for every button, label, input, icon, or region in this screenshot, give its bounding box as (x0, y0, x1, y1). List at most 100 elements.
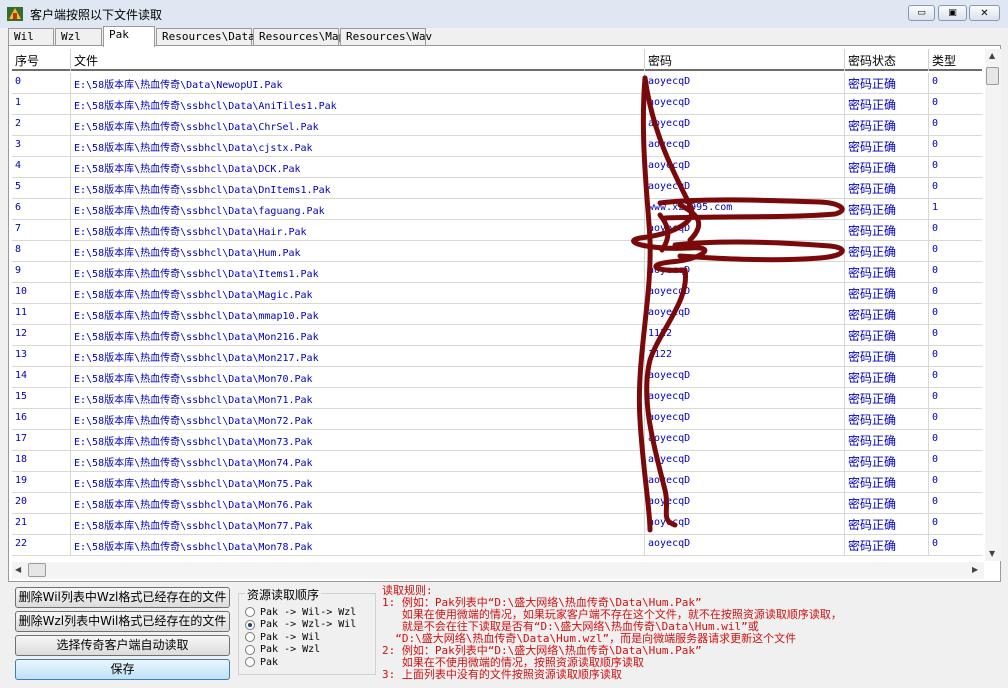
radio-button-icon[interactable] (245, 632, 255, 642)
vertical-scroll-thumb[interactable] (986, 67, 999, 85)
row-password: aoyecqD (648, 139, 691, 150)
column-header-index[interactable]: 序号 (15, 52, 39, 69)
row-password-status: 密码正确 (848, 497, 897, 511)
row-index: 7 (15, 223, 22, 234)
row-password-status: 密码正确 (848, 203, 897, 217)
minimize-button[interactable]: ▭ (908, 5, 935, 21)
row-type: 0 (932, 475, 939, 486)
row-index: 15 (15, 391, 28, 402)
save-button[interactable]: 保存 (15, 659, 230, 680)
tab-wzl[interactable]: Wzl (55, 28, 102, 46)
column-header-password[interactable]: 密码 (648, 52, 672, 69)
table-row[interactable]: 1 E:\58版本库\热血传奇\ssbhcl\Data\AniTiles1.Pak… (12, 94, 982, 115)
auto-read-client-button[interactable]: 选择传奇客户端自动读取 (15, 635, 230, 656)
table-row[interactable]: 5 E:\58版本库\热血传奇\ssbhcl\Data\DnItems1.Pak a… (12, 178, 982, 199)
row-password-status: 密码正确 (848, 413, 897, 427)
horizontal-scrollbar[interactable]: ◀ ▶ (12, 562, 984, 579)
column-header-password-status[interactable]: 密码状态 (848, 52, 896, 69)
table-row[interactable]: 15 E:\58版本库\热血传奇\ssbhcl\Data\Mon71.Pak aoy… (12, 388, 982, 409)
tab-resources-data[interactable]: Resources\Data (156, 28, 255, 46)
scroll-up-icon[interactable]: ▲ (989, 51, 995, 60)
row-type: 0 (932, 76, 939, 87)
table-header: 序号 文件 密码 密码状态 类型 (12, 49, 982, 71)
row-file-path: E:\58版本库\热血传奇\ssbhcl\Data\Mon73.Pak (74, 437, 313, 448)
resource-order-option[interactable]: Pak -> Wil-> Wzl (245, 606, 356, 618)
tab-wil[interactable]: Wil (8, 28, 54, 46)
row-type: 0 (932, 496, 939, 507)
radio-button-icon[interactable] (245, 607, 255, 617)
file-table: 序号 文件 密码 密码状态 类型 0 E:\58版本库\热血传奇\Data\New… (12, 49, 982, 561)
row-password-status: 密码正确 (848, 392, 897, 406)
row-password: aoyecqD (648, 433, 691, 444)
table-row[interactable]: 10 E:\58版本库\热血传奇\ssbhcl\Data\Magic.Pak aoy… (12, 283, 982, 304)
table-row[interactable]: 7 E:\58版本库\热血传奇\ssbhcl\Data\Hair.Pak aoyec… (12, 220, 982, 241)
table-row[interactable]: 16 E:\58版本库\热血传奇\ssbhcl\Data\Mon72.Pak aoy… (12, 409, 982, 430)
horizontal-scroll-thumb[interactable] (28, 563, 46, 577)
row-type: 0 (932, 370, 939, 381)
column-header-type[interactable]: 类型 (932, 52, 956, 69)
table-row[interactable]: 2 E:\58版本库\热血传奇\ssbhcl\Data\ChrSel.Pak aoy… (12, 115, 982, 136)
row-index: 20 (15, 496, 28, 507)
row-password: aoyecqD (648, 181, 691, 192)
radio-button-icon[interactable] (245, 619, 255, 630)
row-password-status: 密码正确 (848, 77, 897, 91)
table-row[interactable]: 14 E:\58版本库\热血传奇\ssbhcl\Data\Mon70.Pak aoy… (12, 367, 982, 388)
row-type: 0 (932, 433, 939, 444)
scroll-down-icon[interactable]: ▼ (989, 549, 995, 558)
table-row[interactable]: 12 E:\58版本库\热血传奇\ssbhcl\Data\Mon216.Pak 11… (12, 325, 982, 346)
table-row[interactable]: 6 E:\58版本库\热血传奇\ssbhcl\Data\faguang.Pak ww… (12, 199, 982, 220)
resource-order-option[interactable]: Pak (245, 656, 278, 668)
resource-order-option[interactable]: Pak -> Wzl-> Wil (245, 619, 356, 631)
minimize-icon: ▭ (917, 8, 926, 18)
resource-order-option[interactable]: Pak -> Wzl (245, 644, 320, 656)
resource-order-option-label: Pak -> Wzl (260, 644, 321, 655)
title-bar: 客户端按照以下文件读取 ▭ ▣ ✕ (0, 0, 1008, 28)
scroll-right-icon[interactable]: ▶ (972, 565, 978, 574)
tab-resources-wav[interactable]: Resources\Wav (340, 28, 432, 46)
table-row[interactable]: 21 E:\58版本库\热血传奇\ssbhcl\Data\Mon77.Pak aoy… (12, 514, 982, 535)
close-button[interactable]: ✕ (969, 5, 1000, 21)
row-file-path: E:\58版本库\热血传奇\ssbhcl\Data\Magic.Pak (74, 290, 313, 301)
row-file-path: E:\58版本库\热血传奇\ssbhcl\Data\Mon217.Pak (74, 353, 319, 364)
scroll-left-icon[interactable]: ◀ (15, 565, 21, 574)
row-file-path: E:\58版本库\热血传奇\ssbhcl\Data\cjstx.Pak (74, 143, 313, 154)
radio-button-icon[interactable] (245, 657, 255, 667)
row-type: 1 (932, 202, 939, 213)
table-row[interactable]: 17 E:\58版本库\热血传奇\ssbhcl\Data\Mon73.Pak aoy… (12, 430, 982, 451)
table-row[interactable]: 13 E:\58版本库\热血传奇\ssbhcl\Data\Mon217.Pak 11… (12, 346, 982, 367)
row-password: aoyecqD (648, 391, 691, 402)
radio-button-icon[interactable] (245, 644, 255, 655)
row-file-path: E:\58版本库\热血传奇\ssbhcl\Data\ChrSel.Pak (74, 122, 319, 133)
table-row[interactable]: 19 E:\58版本库\热血传奇\ssbhcl\Data\Mon75.Pak aoy… (12, 472, 982, 493)
resource-order-option-label: Pak -> Wzl-> Wil (260, 619, 357, 630)
table-row[interactable]: 22 E:\58版本库\热血传奇\ssbhcl\Data\Mon78.Pak aoy… (12, 535, 982, 556)
vertical-scrollbar[interactable]: ▲ ▼ (985, 49, 1001, 561)
row-type: 0 (932, 265, 939, 276)
table-row[interactable]: 20 E:\58版本库\热血传奇\ssbhcl\Data\Mon76.Pak aoy… (12, 493, 982, 514)
table-row[interactable]: 3 E:\58版本库\热血传奇\ssbhcl\Data\cjstx.Pak aoye… (12, 136, 982, 157)
table-row[interactable]: 11 E:\58版本库\热血传奇\ssbhcl\Data\mmap10.Pak ao… (12, 304, 982, 325)
tab-pak[interactable]: Pak (103, 26, 155, 47)
row-type: 0 (932, 160, 939, 171)
row-password-status: 密码正确 (848, 119, 897, 133)
app-icon (7, 7, 23, 21)
row-type: 0 (932, 349, 939, 360)
row-password-status: 密码正确 (848, 455, 897, 469)
row-type: 0 (932, 244, 939, 255)
table-row[interactable]: 8 E:\58版本库\热血传奇\ssbhcl\Data\Hum.Pak 密码正确 0 (12, 241, 982, 262)
row-type: 0 (932, 454, 939, 465)
tab-resources-map[interactable]: Resources\Map (253, 28, 345, 46)
row-file-path: E:\58版本库\热血传奇\ssbhcl\Data\DCK.Pak (74, 164, 301, 175)
table-row[interactable]: 18 E:\58版本库\热血传奇\ssbhcl\Data\Mon74.Pak aoy… (12, 451, 982, 472)
maximize-button[interactable]: ▣ (938, 5, 967, 21)
table-row[interactable]: 9 E:\58版本库\热血传奇\ssbhcl\Data\Items1.Pak aoy… (12, 262, 982, 283)
resource-order-group: 资源读取顺序 Pak -> Wil-> Wzl Pak -> Wzl-> Wil P… (238, 586, 376, 675)
table-row[interactable]: 0 E:\58版本库\热血传奇\Data\NewopUI.Pak aoyecqD 密码… (12, 73, 982, 94)
row-password: aoyecqD (648, 412, 691, 423)
delete-wil-duplicates-button[interactable]: 删除Wil列表中Wzl格式已经存在的文件 (15, 587, 230, 608)
resource-order-option[interactable]: Pak -> Wil (245, 631, 320, 643)
table-row[interactable]: 4 E:\58版本库\热血传奇\ssbhcl\Data\DCK.Pak aoyecq… (12, 157, 982, 178)
row-index: 12 (15, 328, 28, 339)
delete-wzl-duplicates-button[interactable]: 删除Wzl列表中Wil格式已经存在的文件 (15, 611, 230, 632)
column-header-file[interactable]: 文件 (74, 52, 98, 69)
